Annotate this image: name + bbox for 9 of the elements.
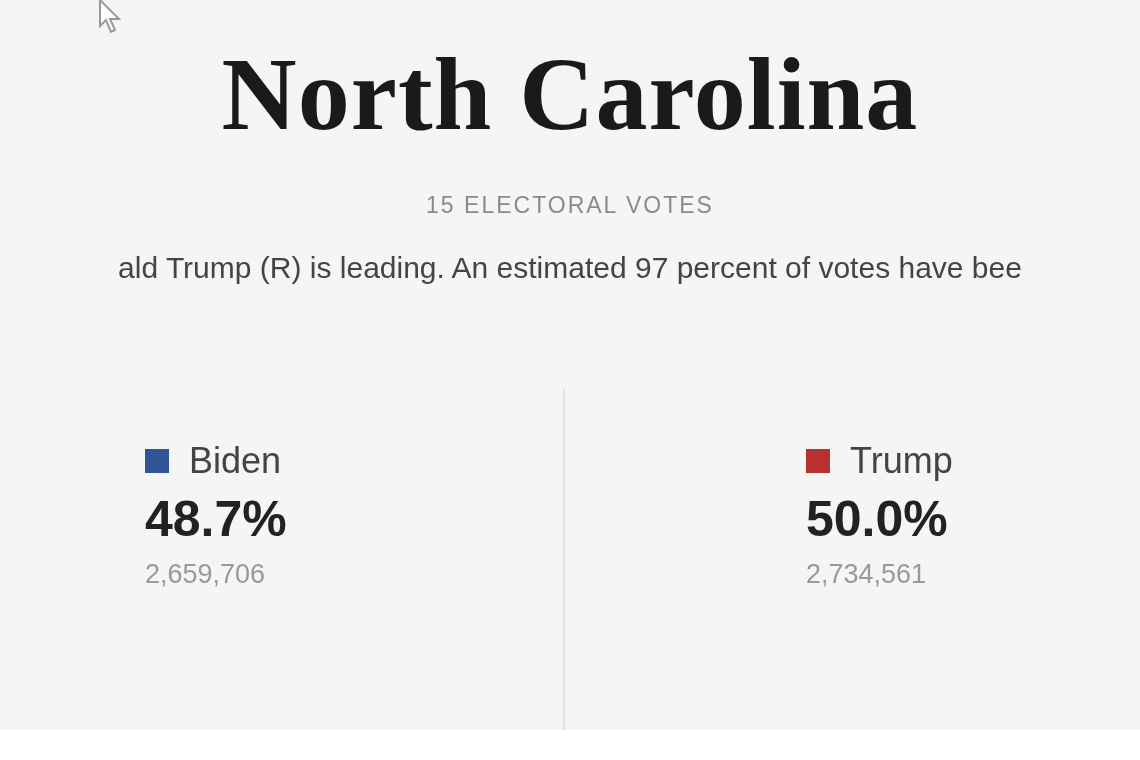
vote-count: 2,734,561 (806, 559, 928, 590)
vote-count: 2,659,706 (145, 559, 267, 590)
results-summary: ald Trump (R) is leading. An estimated 97 percent of votes have bee (118, 251, 1022, 285)
vote-percentage: 48.7% (145, 491, 288, 547)
candidate-name: Biden (189, 441, 282, 481)
state-title: North Carolina (221, 35, 919, 153)
electoral-votes-label: 15 ELECTORAL VOTES (426, 192, 714, 219)
candidate-name: Trump (850, 441, 953, 481)
vote-percentage: 50.0% (806, 491, 949, 547)
